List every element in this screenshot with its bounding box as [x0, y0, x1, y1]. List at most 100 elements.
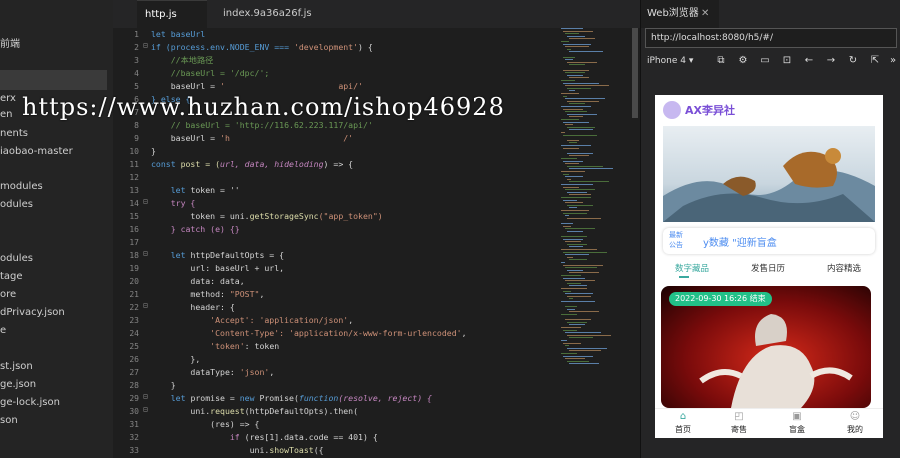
minimap-line [567, 217, 601, 219]
keyword: } catch (e) {} [151, 224, 240, 234]
minimap-line [567, 100, 599, 102]
explorer-item[interactable]: 前端 [0, 36, 20, 54]
console-icon[interactable]: ▭ [759, 52, 771, 70]
fold-toggle-icon[interactable]: ⊟ [143, 197, 149, 206]
minimap-line [569, 64, 585, 66]
explorer-item[interactable]: dPrivacy.json [0, 304, 65, 322]
minimap-line [561, 145, 591, 146]
code-token: dataType: [151, 367, 240, 377]
minimap-line [563, 147, 579, 149]
line-number: 19 [129, 264, 139, 273]
line-number: 24 [129, 329, 139, 338]
notice-tag: 最新公告 [669, 231, 683, 249]
code-token: (res[1].data.code == 401) { [244, 432, 378, 442]
back-icon[interactable]: ← [803, 52, 815, 70]
bottom-navigation: ⌂ 首页 ◰ 寄售 ▣ 盲盒 ☺ 我的 [655, 408, 883, 438]
minimap-line [567, 321, 587, 323]
string-token: ("app_token") [318, 211, 383, 221]
minimap-line [561, 28, 583, 29]
minimap-line [561, 119, 579, 120]
tab-featured-content[interactable]: 内容精选 [827, 262, 861, 274]
fold-toggle-icon[interactable]: ⊟ [143, 405, 149, 414]
explorer-item[interactable]: en [0, 106, 13, 124]
string-token: 'h /' [220, 133, 354, 143]
explorer-item[interactable]: odules [0, 250, 33, 268]
url-input[interactable]: http://localhost:8080/h5/#/ [645, 28, 897, 48]
minimap-line [565, 163, 579, 165]
minimap-line [567, 347, 607, 349]
banner-artwork [663, 148, 875, 222]
explorer-item[interactable]: ge.json [0, 376, 36, 394]
product-card[interactable]: 2022-09-30 16:26 结束 [661, 286, 871, 408]
keyword: if [229, 432, 245, 442]
refresh-icon[interactable]: ↻ [847, 52, 859, 70]
more-icon[interactable]: » [887, 52, 899, 70]
line-number: 30 [129, 407, 139, 416]
line-number: 15 [129, 212, 139, 221]
code-token: promise = [190, 393, 240, 403]
explorer-item[interactable]: e [0, 322, 6, 340]
tab-digital-collections[interactable]: 数字藏品 [675, 262, 709, 274]
explorer-item[interactable]: son [0, 412, 18, 430]
line-number: 27 [129, 368, 139, 377]
browser-tab-label: Web浏览器 [647, 8, 699, 19]
code-token: ) { [358, 42, 373, 52]
nav-profile[interactable]: ☺ 我的 [835, 409, 875, 438]
minimap-line [569, 129, 593, 131]
forward-icon[interactable]: → [825, 52, 837, 70]
close-icon[interactable]: ✕ [701, 0, 709, 28]
inspect-icon[interactable]: ⊡ [781, 52, 793, 70]
line-number: 20 [129, 277, 139, 286]
mobile-preview: AX李异社 最新公告 y数藏 "迎新盲盒 数字藏品 发售日历 内容精选 2022… [655, 95, 883, 438]
code-line: if (process.env.NODE_ENV === 'developmen… [151, 41, 373, 54]
announcement-bar[interactable]: 最新公告 y数藏 "迎新盲盒 [663, 228, 875, 254]
minimap[interactable] [561, 28, 631, 458]
minimap-line [569, 285, 587, 287]
nav-blindbox[interactable]: ▣ 盲盒 [777, 409, 817, 438]
code-token: : token [244, 341, 280, 351]
explorer-item[interactable]: nents [0, 125, 28, 143]
nav-home[interactable]: ⌂ 首页 [663, 409, 703, 438]
line-number: 26 [129, 355, 139, 364]
explorer-item[interactable]: tage [0, 268, 23, 286]
fold-toggle-icon[interactable]: ⊟ [143, 392, 149, 401]
minimap-line [563, 329, 577, 331]
tab-index-js[interactable]: index.9a36a26f.js [215, 0, 320, 28]
fold-toggle-icon[interactable]: ⊟ [143, 249, 149, 258]
explorer-item[interactable]: ore [0, 286, 16, 304]
settings-icon[interactable]: ⚙ [737, 52, 749, 70]
screenshot-icon[interactable]: ⧉ [715, 52, 727, 70]
fold-toggle-icon[interactable]: ⊟ [143, 301, 149, 310]
minimap-line [563, 173, 569, 175]
device-select[interactable]: iPhone 4 ▾ [647, 52, 693, 70]
minimap-line [565, 215, 569, 217]
explorer-item[interactable]: ge-lock.json [0, 394, 60, 412]
tab-release-calendar[interactable]: 发售日历 [751, 262, 785, 274]
line-number: 9 [134, 134, 139, 143]
hero-banner[interactable] [663, 126, 875, 222]
code-line: try { [151, 197, 196, 210]
code-token: method: [151, 289, 230, 299]
explorer-item[interactable]: st.json [0, 358, 33, 376]
nav-consign[interactable]: ◰ 寄售 [719, 409, 759, 438]
line-number: 10 [129, 147, 139, 156]
minimap-line [567, 126, 595, 128]
explorer-item[interactable]: modules [0, 178, 43, 196]
minimap-line [565, 85, 609, 87]
pin-icon[interactable]: ⇱ [869, 52, 881, 70]
string-token: "POST" [229, 289, 260, 299]
minimap-line [567, 308, 575, 310]
string-token: 'development' [293, 42, 359, 52]
nav-label: 首页 [675, 425, 691, 434]
keyword: let [151, 393, 191, 403]
tab-http-js[interactable]: http.js [137, 0, 207, 28]
fold-toggle-icon[interactable]: ⊟ [143, 41, 149, 50]
minimap-line [561, 288, 587, 289]
minimap-line [567, 204, 593, 206]
code-editor: http.js index.9a36a26f.js 1 2 3 4 5 6 7 8 9 10 11 1… [113, 0, 640, 458]
minimap-line [561, 93, 579, 94]
nav-label: 我的 [847, 425, 863, 434]
editor-scrollbar[interactable] [632, 28, 638, 118]
explorer-item[interactable]: odules [0, 196, 33, 214]
explorer-item[interactable]: iaobao-master [0, 143, 73, 161]
